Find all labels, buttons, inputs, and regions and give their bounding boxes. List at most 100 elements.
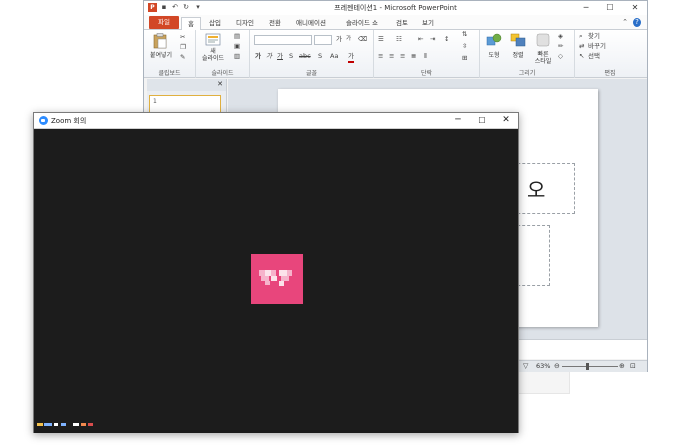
tab-home[interactable]: 홈 bbox=[181, 17, 201, 30]
new-slide-icon[interactable] bbox=[205, 33, 221, 47]
shape-fill-icon[interactable]: ◈ bbox=[558, 32, 563, 41]
participant-name-tag bbox=[37, 421, 97, 428]
justify-icon[interactable]: ≣ bbox=[411, 52, 416, 61]
section-icon[interactable]: ▥ bbox=[234, 52, 240, 61]
zoom-maximize-button[interactable]: ☐ bbox=[476, 115, 488, 126]
slides-panel-header: ✕ bbox=[147, 79, 226, 91]
underline-button[interactable]: 가 bbox=[277, 52, 283, 61]
increase-indent-icon[interactable]: ⇥ bbox=[430, 35, 435, 44]
quick-styles-label-1[interactable]: 빠른 bbox=[531, 51, 555, 58]
group-paragraph: ☰ ☷ ⇤ ⇥ ↕ ⇅ ⇳ ⊞ ≡ ≡ ≡ ≣ ⫴ 단락 bbox=[374, 30, 480, 78]
tab-review[interactable]: 검토 bbox=[391, 17, 413, 30]
char-spacing-button[interactable]: S bbox=[318, 52, 322, 61]
tab-file[interactable]: 파일 bbox=[149, 16, 179, 29]
tab-transitions[interactable]: 전환 bbox=[264, 17, 286, 30]
font-size-combo[interactable] bbox=[314, 35, 332, 45]
paragraph-group-label: 단락 bbox=[420, 70, 433, 77]
zoom-out-icon[interactable]: ⊖ bbox=[554, 362, 560, 371]
ppt-maximize-button[interactable]: ☐ bbox=[604, 2, 616, 13]
find-icon[interactable]: ⌕ bbox=[579, 32, 583, 41]
format-painter-icon[interactable]: ✎ bbox=[180, 53, 185, 62]
fit-to-window-icon[interactable]: ⊡ bbox=[630, 362, 636, 371]
new-slide-label-1[interactable]: 새 bbox=[200, 48, 226, 55]
font-name-combo[interactable] bbox=[254, 35, 312, 45]
shape-effects-icon[interactable]: ◇ bbox=[558, 52, 563, 61]
replace-icon[interactable]: ⇄ bbox=[579, 42, 584, 51]
zoom-logo-icon bbox=[39, 116, 48, 125]
clear-format-icon[interactable]: ⌫ bbox=[358, 35, 367, 44]
select-button[interactable]: 선택 bbox=[588, 52, 600, 61]
zoom-titlebar: Zoom 회의 ─ ☐ ✕ bbox=[34, 113, 518, 129]
group-editing: ⌕ 찾기 ⇄ 바꾸기 ↖ 선택 편집 bbox=[575, 30, 645, 78]
font-shrink-button[interactable]: 가 bbox=[346, 35, 351, 44]
zoom-close-button[interactable]: ✕ bbox=[500, 115, 512, 126]
paste-button[interactable]: 붙여넣기 bbox=[144, 52, 178, 59]
group-drawing: 도형 정렬 빠른 스타일 ◈ ✏ ◇ 그리기 bbox=[480, 30, 575, 78]
zoom-window: Zoom 회의 ─ ☐ ✕ bbox=[33, 112, 519, 433]
decrease-indent-icon[interactable]: ⇤ bbox=[418, 35, 423, 44]
quick-styles-icon[interactable] bbox=[535, 33, 551, 47]
drawing-group-label: 그리기 bbox=[518, 70, 536, 77]
zoom-in-icon[interactable]: ⊕ bbox=[619, 362, 625, 371]
line-spacing-icon[interactable]: ↕ bbox=[444, 35, 449, 44]
slides-group-label: 슬라이드 bbox=[211, 70, 234, 77]
zoom-level[interactable]: 63% bbox=[536, 362, 550, 370]
editing-group-label: 편집 bbox=[604, 70, 616, 77]
quick-styles-button[interactable]: 스타일 bbox=[531, 58, 555, 65]
zoom-minimize-button[interactable]: ─ bbox=[452, 115, 464, 126]
group-clipboard: 붙여넣기 ✂ ❐ ✎ 클립보드 bbox=[144, 30, 196, 78]
find-button[interactable]: 찾기 bbox=[588, 32, 600, 41]
new-slide-button[interactable]: 슬라이드 bbox=[196, 55, 230, 62]
align-text-icon[interactable]: ⇳ bbox=[462, 42, 467, 51]
font-grow-button[interactable]: 가 bbox=[336, 35, 342, 44]
tab-slideshow[interactable]: 슬라이드 쇼 bbox=[339, 17, 385, 30]
zoom-slider[interactable] bbox=[562, 366, 618, 367]
align-right-icon[interactable]: ≡ bbox=[400, 52, 405, 61]
group-slides: 새 슬라이드 ▤ ▣ ▥ 슬라이드 bbox=[196, 30, 250, 78]
tab-insert[interactable]: 삽입 bbox=[204, 17, 226, 30]
numbering-icon[interactable]: ☷ bbox=[396, 35, 402, 44]
ppt-window-title: 프레젠테이션1 - Microsoft PowerPoint bbox=[334, 4, 457, 12]
ribbon-tabs: 파일 홈 삽입 디자인 전환 애니메이션 슬라이드 쇼 검토 보기 ⌃ ? bbox=[144, 15, 647, 30]
columns-icon[interactable]: ⫴ bbox=[424, 52, 427, 61]
smartart-icon[interactable]: ⊞ bbox=[462, 54, 467, 63]
tab-design[interactable]: 디자인 bbox=[231, 17, 259, 30]
background-panel bbox=[518, 372, 570, 394]
tab-view[interactable]: 보기 bbox=[417, 17, 439, 30]
layout-icon[interactable]: ▤ bbox=[234, 32, 240, 41]
shapes-button[interactable]: 도형 bbox=[482, 52, 506, 59]
shape-outline-icon[interactable]: ✏ bbox=[558, 42, 563, 51]
tab-animations[interactable]: 애니메이션 bbox=[290, 17, 332, 30]
font-group-label: 글꼴 bbox=[305, 70, 318, 77]
group-font: 가 가 ⌫ 가 가 가 S abc S Aa 가 글꼴 bbox=[250, 30, 374, 78]
zoom-slider-thumb[interactable] bbox=[586, 363, 589, 370]
zoom-window-title: Zoom 회의 bbox=[51, 117, 87, 125]
ribbon-collapse-icon[interactable]: ⌃ bbox=[621, 18, 629, 27]
text-direction-icon[interactable]: ⇅ bbox=[462, 30, 467, 39]
cut-icon[interactable]: ✂ bbox=[180, 33, 185, 42]
change-case-button[interactable]: Aa bbox=[330, 52, 338, 61]
arrange-button[interactable]: 정렬 bbox=[506, 52, 530, 59]
font-color-button[interactable]: 가 bbox=[348, 52, 354, 63]
video-area[interactable] bbox=[34, 129, 518, 433]
copy-icon[interactable]: ❐ bbox=[180, 43, 186, 52]
italic-button[interactable]: 가 bbox=[266, 52, 272, 61]
bullets-icon[interactable]: ☰ bbox=[378, 35, 384, 44]
help-icon[interactable]: ? bbox=[633, 18, 641, 27]
replace-button[interactable]: 바꾸기 bbox=[588, 42, 606, 51]
align-left-icon[interactable]: ≡ bbox=[378, 52, 383, 61]
bold-button[interactable]: 가 bbox=[255, 52, 261, 61]
clipboard-group-label: 클립보드 bbox=[158, 70, 181, 77]
slideshow-icon[interactable]: ▽ bbox=[523, 362, 528, 371]
ppt-close-button[interactable]: ✕ bbox=[629, 2, 641, 13]
align-center-icon[interactable]: ≡ bbox=[389, 52, 394, 61]
shadow-button[interactable]: S bbox=[289, 52, 293, 61]
select-icon[interactable]: ↖ bbox=[579, 52, 584, 61]
strikethrough-button[interactable]: abc bbox=[299, 52, 311, 61]
shapes-icon[interactable] bbox=[486, 33, 502, 47]
ppt-minimize-button[interactable]: ─ bbox=[580, 2, 592, 13]
reset-icon[interactable]: ▣ bbox=[234, 42, 240, 51]
paste-icon[interactable] bbox=[153, 33, 167, 49]
arrange-icon[interactable] bbox=[510, 33, 526, 47]
close-icon[interactable]: ✕ bbox=[217, 80, 223, 88]
